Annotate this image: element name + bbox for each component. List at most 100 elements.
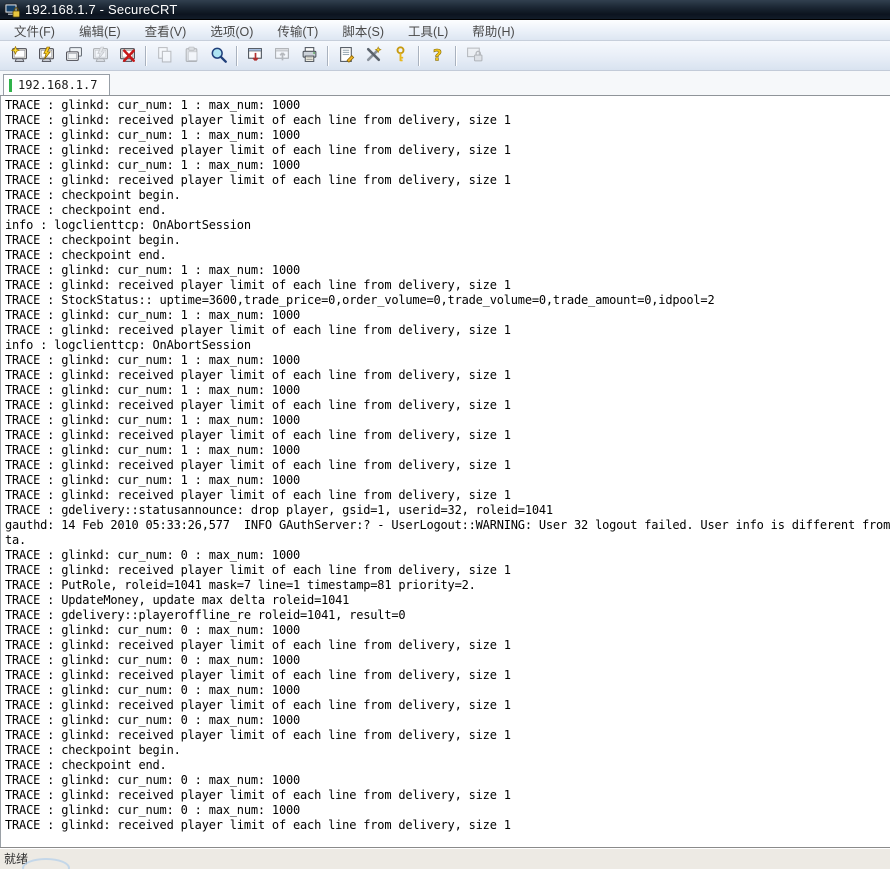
menu-item-view[interactable]: 查看(V): [133, 19, 199, 42]
menu-item-tools[interactable]: 工具(L): [396, 19, 460, 42]
help-icon: ?: [429, 46, 446, 66]
terminal-line: TRACE : glinkd: received player limit of…: [5, 458, 890, 473]
status-bar: 就绪: [0, 847, 890, 869]
terminal-line: gauthd: 14 Feb 2010 05:33:26,577 INFO GA…: [5, 518, 890, 533]
tab-status-indicator: [9, 79, 12, 92]
terminal-line: TRACE : glinkd: received player limit of…: [5, 563, 890, 578]
print-button[interactable]: [297, 43, 322, 68]
terminal-line: TRACE : glinkd: cur_num: 1 : max_num: 10…: [5, 383, 890, 398]
session-tab[interactable]: 192.168.1.7: [3, 74, 110, 95]
connect-in-tab-icon: [65, 46, 82, 66]
terminal-line: info : logclienttcp: OnAbortSession: [5, 338, 890, 353]
terminal-line: TRACE : PutRole, roleid=1041 mask=7 line…: [5, 578, 890, 593]
quick-connect-icon: [38, 46, 55, 66]
global-options-icon: [365, 46, 382, 66]
global-options-button[interactable]: [361, 43, 386, 68]
window-title: 192.168.1.7 - SecureCRT: [25, 2, 178, 17]
toolbar-separator: [455, 46, 457, 66]
title-bar[interactable]: 192.168.1.7 - SecureCRT: [0, 0, 890, 20]
menu-bar: 文件(F)编辑(E)查看(V)选项(O)传输(T)脚本(S)工具(L)帮助(H): [0, 20, 890, 41]
securecrt-app-icon: [4, 2, 20, 18]
connect-icon: [11, 46, 28, 66]
lock-session-icon: [466, 46, 483, 66]
send-file-icon: [247, 46, 264, 66]
terminal-line: TRACE : glinkd: received player limit of…: [5, 398, 890, 413]
paste-button: [179, 43, 204, 68]
terminal-line: TRACE : checkpoint end.: [5, 203, 890, 218]
terminal-line: TRACE : glinkd: cur_num: 0 : max_num: 10…: [5, 713, 890, 728]
copy-button: [152, 43, 177, 68]
terminal-line: TRACE : checkpoint begin.: [5, 188, 890, 203]
menu-item-options[interactable]: 选项(O): [198, 19, 265, 42]
find-button[interactable]: [206, 43, 231, 68]
copy-icon: [156, 46, 173, 66]
paste-icon: [183, 46, 200, 66]
menu-item-help[interactable]: 帮助(H): [460, 19, 526, 42]
terminal-line: TRACE : glinkd: cur_num: 1 : max_num: 10…: [5, 98, 890, 113]
terminal-line: TRACE : glinkd: received player limit of…: [5, 728, 890, 743]
terminal-line: TRACE : glinkd: cur_num: 0 : max_num: 10…: [5, 653, 890, 668]
terminal-line: TRACE : glinkd: received player limit of…: [5, 113, 890, 128]
terminal-line: TRACE : checkpoint begin.: [5, 743, 890, 758]
terminal-line: TRACE : glinkd: cur_num: 0 : max_num: 10…: [5, 683, 890, 698]
terminal-line: TRACE : glinkd: received player limit of…: [5, 818, 890, 833]
terminal-line: info : logclienttcp: OnAbortSession: [5, 218, 890, 233]
disconnect-icon: [119, 46, 136, 66]
terminal-line: TRACE : glinkd: cur_num: 1 : max_num: 10…: [5, 263, 890, 278]
terminal-line: TRACE : glinkd: received player limit of…: [5, 638, 890, 653]
tab-bar: 192.168.1.7: [0, 71, 890, 96]
terminal-line: TRACE : glinkd: received player limit of…: [5, 368, 890, 383]
connect-button[interactable]: [7, 43, 32, 68]
terminal-line: TRACE : glinkd: cur_num: 1 : max_num: 10…: [5, 128, 890, 143]
lock-session-button: [462, 43, 487, 68]
menu-item-file[interactable]: 文件(F): [2, 19, 67, 42]
terminal-line: TRACE : glinkd: cur_num: 1 : max_num: 10…: [5, 158, 890, 173]
connect-in-tab-button[interactable]: [61, 43, 86, 68]
terminal-line: TRACE : gdelivery::playeroffline_re role…: [5, 608, 890, 623]
securecrt-window: 192.168.1.7 - SecureCRT 文件(F)编辑(E)查看(V)选…: [0, 0, 890, 869]
keymap-button[interactable]: [388, 43, 413, 68]
terminal-line: ta.: [5, 533, 890, 548]
terminal-line: TRACE : glinkd: received player limit of…: [5, 488, 890, 503]
toolbar: ?: [0, 41, 890, 71]
terminal-line: TRACE : glinkd: received player limit of…: [5, 668, 890, 683]
terminal-line: TRACE : glinkd: received player limit of…: [5, 323, 890, 338]
toolbar-separator: [327, 46, 329, 66]
session-options-button[interactable]: [334, 43, 359, 68]
toolbar-separator: [418, 46, 420, 66]
toolbar-separator: [236, 46, 238, 66]
receive-file-icon: [274, 46, 291, 66]
keymap-icon: [392, 46, 409, 66]
svg-text:?: ?: [433, 46, 442, 63]
terminal-line: TRACE : glinkd: cur_num: 1 : max_num: 10…: [5, 443, 890, 458]
menu-item-edit[interactable]: 编辑(E): [67, 19, 133, 42]
terminal-line: TRACE : checkpoint end.: [5, 758, 890, 773]
disconnect-button[interactable]: [115, 43, 140, 68]
terminal-line: TRACE : glinkd: received player limit of…: [5, 173, 890, 188]
menu-item-script[interactable]: 脚本(S): [330, 19, 396, 42]
terminal-line: TRACE : glinkd: received player limit of…: [5, 278, 890, 293]
terminal-line: TRACE : glinkd: received player limit of…: [5, 698, 890, 713]
terminal-line: TRACE : glinkd: cur_num: 0 : max_num: 10…: [5, 773, 890, 788]
reconnect-icon: [92, 46, 109, 66]
terminal-line: TRACE : glinkd: received player limit of…: [5, 788, 890, 803]
terminal-line: TRACE : glinkd: cur_num: 1 : max_num: 10…: [5, 473, 890, 488]
toolbar-separator: [145, 46, 147, 66]
terminal-line: TRACE : UpdateMoney, update max delta ro…: [5, 593, 890, 608]
menu-item-transfer[interactable]: 传输(T): [265, 19, 330, 42]
quick-connect-button[interactable]: [34, 43, 59, 68]
terminal-screen[interactable]: TRACE : glinkd: cur_num: 1 : max_num: 10…: [0, 96, 890, 847]
terminal-line: TRACE : glinkd: cur_num: 1 : max_num: 10…: [5, 413, 890, 428]
terminal-line: TRACE : glinkd: received player limit of…: [5, 143, 890, 158]
find-icon: [210, 46, 227, 66]
print-icon: [301, 46, 318, 66]
terminal-line: TRACE : glinkd: received player limit of…: [5, 428, 890, 443]
receive-file-button: [270, 43, 295, 68]
send-file-button[interactable]: [243, 43, 268, 68]
terminal-line: TRACE : checkpoint end.: [5, 248, 890, 263]
help-button[interactable]: ?: [425, 43, 450, 68]
tab-label: 192.168.1.7: [18, 78, 97, 92]
reconnect-button: [88, 43, 113, 68]
terminal-line: TRACE : glinkd: cur_num: 1 : max_num: 10…: [5, 308, 890, 323]
terminal-line: TRACE : glinkd: cur_num: 1 : max_num: 10…: [5, 353, 890, 368]
